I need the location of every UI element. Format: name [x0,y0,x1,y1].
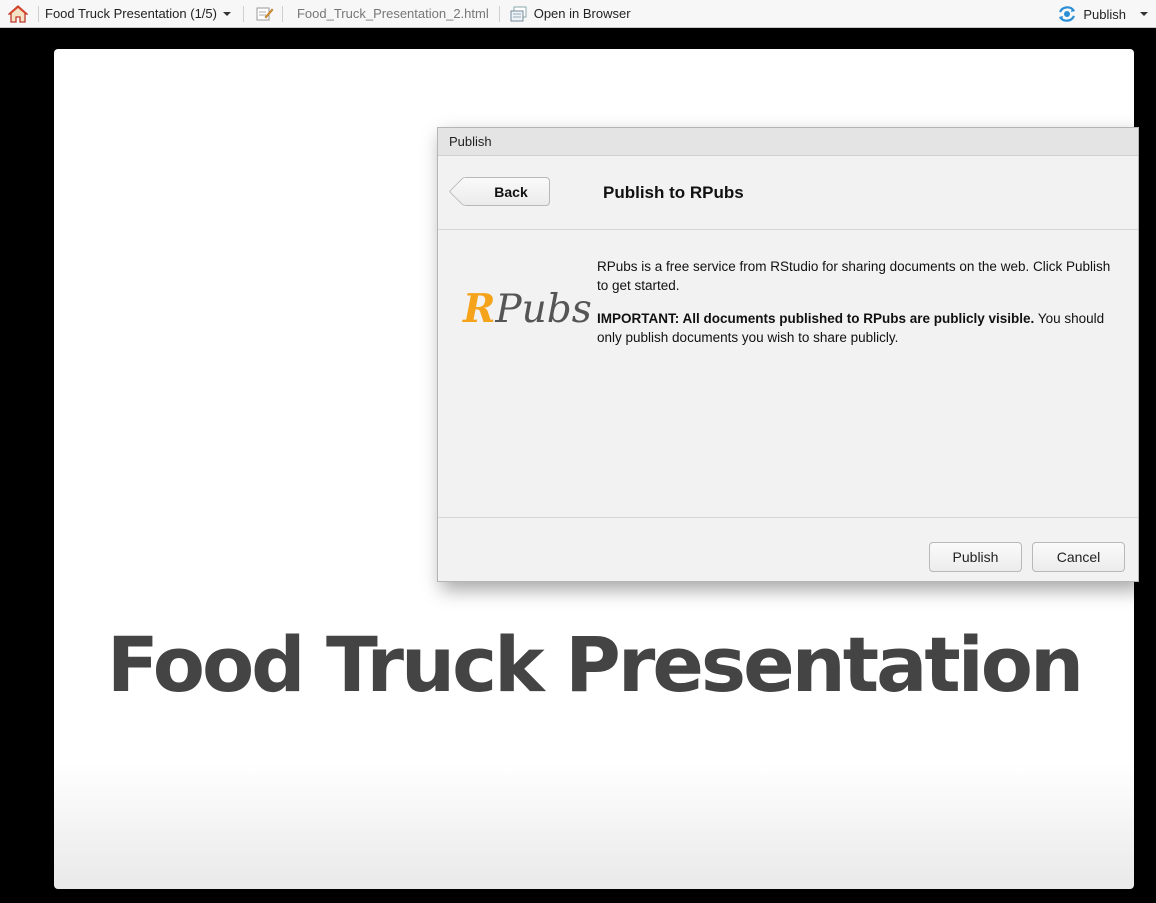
home-icon [8,4,28,23]
file-name-label: Food_Truck_Presentation_2.html [296,6,489,21]
publish-icon [1059,6,1076,22]
publish-menu-label: Publish [1083,6,1126,22]
chevron-down-icon [1140,12,1148,16]
toolbar-divider [498,5,500,22]
important-notice-bold: IMPORTANT: All documents published to RP… [597,311,1035,326]
dialog-description: RPubs is a free service from RStudio for… [597,257,1125,361]
publish-button-label: Publish [952,549,999,565]
dialog-heading: Publish to RPubs [603,183,744,202]
dialog-titlebar[interactable]: Publish [438,128,1138,156]
presentation-dropdown[interactable]: Food Truck Presentation (1/5) [45,0,231,28]
publish-button[interactable]: Publish [929,542,1022,572]
presentation-dropdown-label: Food Truck Presentation (1/5) [45,6,217,21]
edit-source-button[interactable] [256,0,274,28]
open-in-browser-label: Open in Browser [533,6,631,21]
open-in-browser-button[interactable]: Open in Browser [510,0,631,28]
toolbar-divider [38,5,39,22]
description-paragraph: RPubs is a free service from RStudio for… [597,259,1111,293]
cancel-button-label: Cancel [1056,549,1101,565]
chevron-down-icon [222,11,231,16]
back-button[interactable]: Back [462,177,550,206]
rpubs-logo: RPubs [463,286,592,332]
cancel-button[interactable]: Cancel [1032,542,1125,572]
back-button-label: Back [494,183,528,200]
dialog-footer-divider [438,517,1138,518]
toolbar-divider [281,5,283,22]
publish-dialog: Publish Back Publish to RPubs RPubs RPub… [437,127,1139,582]
edit-document-icon [256,7,274,20]
home-button[interactable] [0,0,38,28]
rpubs-logo-r: R [463,286,496,332]
important-notice: IMPORTANT: All documents published to RP… [597,309,1125,347]
publish-menu-button[interactable]: Publish [1057,0,1148,28]
file-name: Food_Truck_Presentation_2.html [297,0,489,28]
rpubs-logo-text: Pubs [495,287,592,332]
dialog-header: Back Publish to RPubs [438,156,1138,230]
slide-title: Food Truck Presentation [106,620,1084,709]
viewer-toolbar: Food Truck Presentation (1/5) Food_Truck… [0,0,1156,28]
dialog-window-title: Publish [449,134,492,149]
toolbar-divider [242,5,244,22]
browser-window-icon [510,6,527,21]
